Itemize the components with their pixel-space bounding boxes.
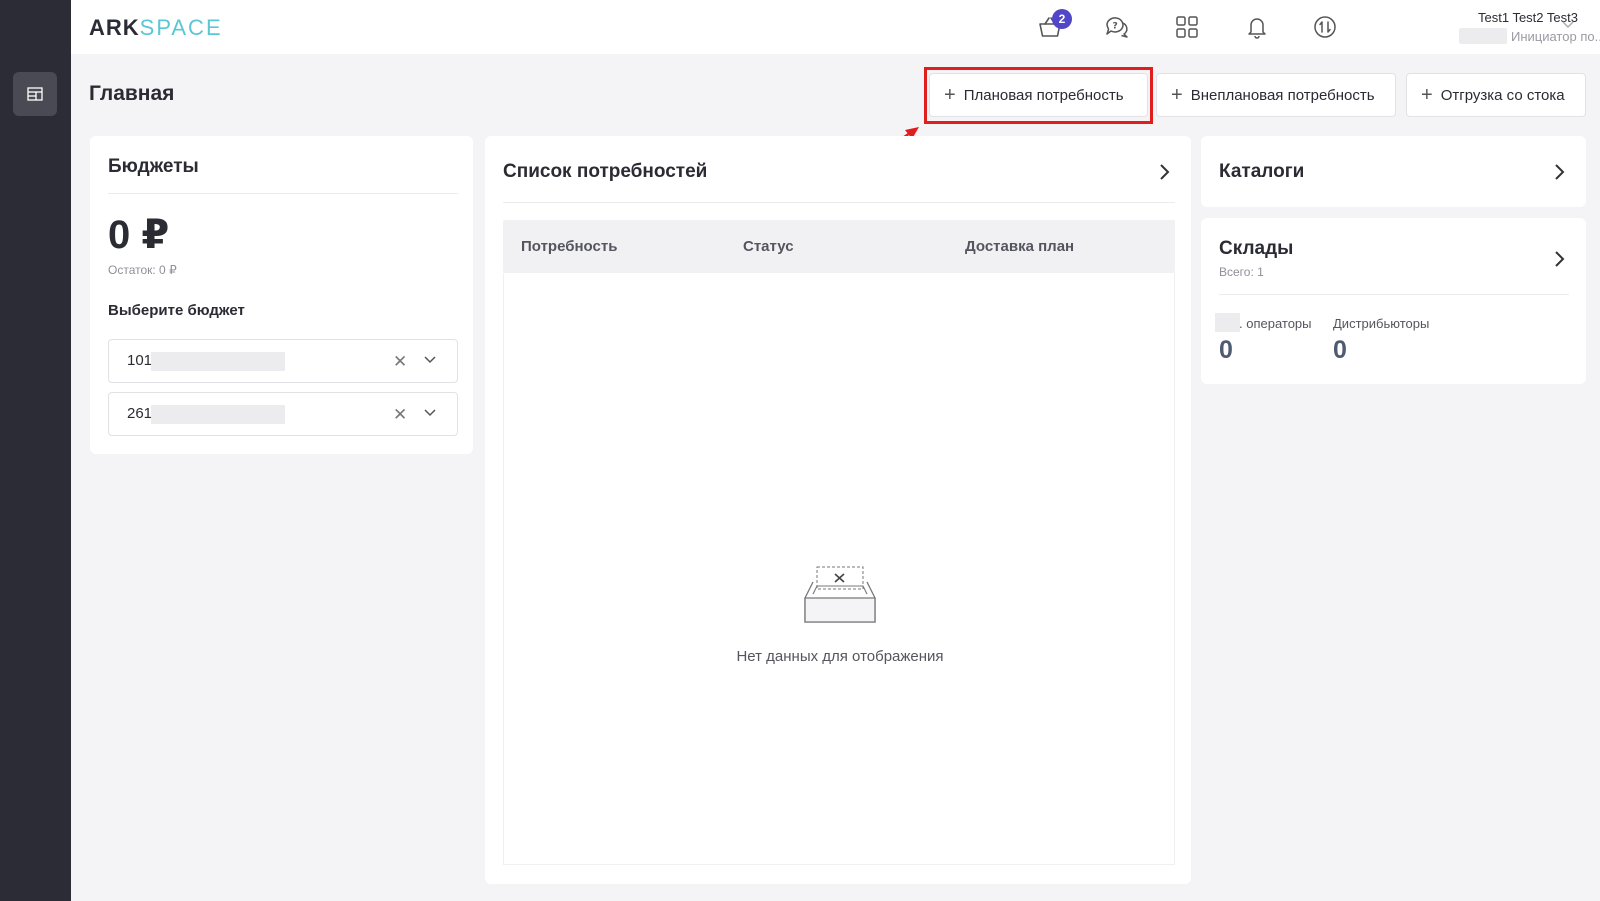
plus-icon: + <box>1171 84 1183 106</box>
catalogs-title: Каталоги <box>1219 161 1305 182</box>
stat-label-distributors: Дистрибьюторы <box>1333 316 1430 331</box>
catalogs-card[interactable]: Каталоги <box>1201 136 1586 207</box>
logo-part-2: SPACE <box>139 15 223 40</box>
budget-select-2[interactable]: 261 ✕ <box>108 392 458 436</box>
user-redacted <box>1459 28 1507 44</box>
redacted-text <box>151 352 285 371</box>
warehouses-card: Склады Всего: 1 . операторы 0 Дистрибьют… <box>1201 218 1586 384</box>
add-unplanned-need-button[interactable]: + Внеплановая потребность <box>1156 73 1396 117</box>
sidebar-item-dashboard[interactable] <box>13 72 57 116</box>
budget-select-label: Выберите бюджет <box>108 302 245 319</box>
apps-button[interactable] <box>1171 11 1203 43</box>
column-header-delivery-plan[interactable]: Доставка план <box>965 238 1074 255</box>
budgets-card: Бюджеты 0 ₽ Остаток: 0 ₽ Выберите бюджет… <box>90 136 473 454</box>
empty-state-text: Нет данных для отображения <box>736 648 944 665</box>
budget-select-value: 101 <box>127 352 153 369</box>
page-title: Главная <box>89 82 175 105</box>
cart-badge: 2 <box>1052 9 1072 29</box>
help-chat-icon: ? <box>1106 17 1128 38</box>
chevron-down-icon[interactable] <box>423 355 437 365</box>
add-planned-need-button[interactable]: + Плановая потребность <box>929 73 1148 117</box>
stat-value-operators: 0 <box>1219 336 1233 364</box>
budget-amount: 0 ₽ <box>108 213 170 257</box>
stock-shipment-button[interactable]: + Отгрузка со стока <box>1406 73 1586 117</box>
top-header: ARKSPACE 2 ? Test1 Test2 Test3 Инициатор… <box>71 0 1600 54</box>
switch-role-button[interactable] <box>1309 11 1341 43</box>
budget-select-1[interactable]: 101 ✕ <box>108 339 458 383</box>
svg-text:?: ? <box>1113 22 1118 32</box>
stat-value-distributors: 0 <box>1333 336 1347 364</box>
logo-part-1: ARK <box>89 15 140 40</box>
divider <box>108 193 458 194</box>
swap-icon <box>1314 16 1336 38</box>
logo[interactable]: ARKSPACE <box>89 15 223 41</box>
clear-icon[interactable]: ✕ <box>393 352 407 372</box>
chevron-right-icon[interactable] <box>1554 163 1566 181</box>
add-planned-need-label: Плановая потребность <box>963 86 1124 104</box>
divider <box>1219 294 1569 295</box>
budget-remainder: Остаток: 0 ₽ <box>108 263 177 277</box>
needs-table-header: Потребность Статус Доставка план <box>503 220 1175 273</box>
empty-inbox-icon <box>804 566 876 623</box>
chevron-down-icon[interactable] <box>1561 20 1575 30</box>
support-chat-button[interactable]: ? <box>1101 11 1133 43</box>
warehouses-title[interactable]: Склады <box>1219 238 1293 260</box>
budget-select-value: 261 <box>127 405 153 422</box>
stock-shipment-label: Отгрузка со стока <box>1440 86 1565 104</box>
divider <box>503 202 1175 203</box>
bell-icon <box>1248 18 1266 39</box>
grid-icon <box>1176 16 1198 38</box>
chevron-right-icon[interactable] <box>1159 163 1171 181</box>
notifications-button[interactable] <box>1241 11 1273 43</box>
redacted-text <box>1215 313 1240 332</box>
chevron-right-icon[interactable] <box>1554 250 1566 268</box>
needs-list-card: Список потребностей Потребность Статус Д… <box>485 136 1191 884</box>
needs-table-body: Нет данных для отображения <box>503 273 1175 865</box>
cart-button[interactable]: 2 <box>1034 9 1072 43</box>
warehouses-total: Всего: 1 <box>1219 265 1264 279</box>
column-header-need[interactable]: Потребность <box>521 238 617 255</box>
dashboard-icon <box>27 87 43 101</box>
plus-icon: + <box>944 84 956 106</box>
budgets-title: Бюджеты <box>108 156 199 177</box>
column-header-status[interactable]: Статус <box>743 238 794 255</box>
plus-icon: + <box>1421 84 1433 106</box>
add-unplanned-need-label: Внеплановая потребность <box>1190 86 1375 104</box>
redacted-text <box>151 405 285 424</box>
stat-label-operators: . операторы <box>1239 316 1312 331</box>
needs-list-title[interactable]: Список потребностей <box>503 161 707 183</box>
chevron-down-icon[interactable] <box>423 408 437 418</box>
user-role: Инициатор по... <box>1511 29 1600 44</box>
clear-icon[interactable]: ✕ <box>393 405 407 425</box>
sidebar <box>0 0 71 901</box>
